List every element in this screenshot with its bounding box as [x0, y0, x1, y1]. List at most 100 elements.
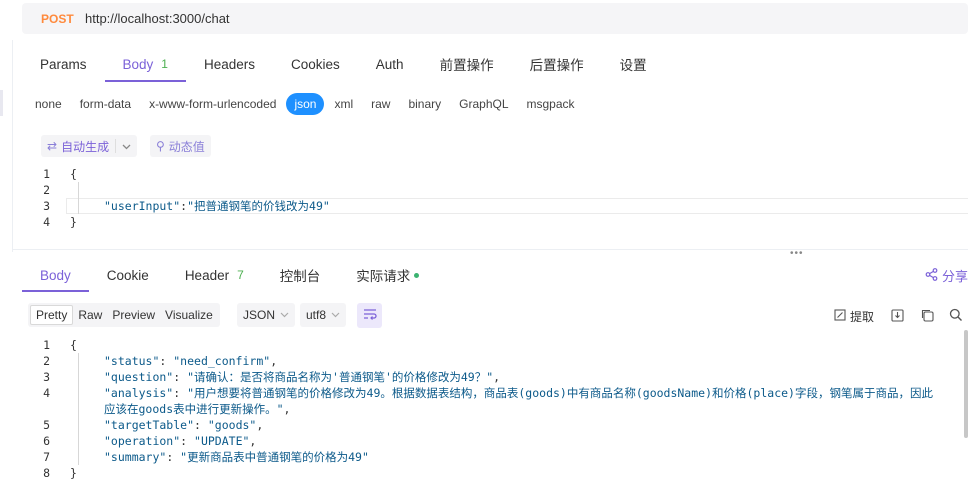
- url-input[interactable]: http://localhost:3000/chat: [85, 11, 230, 26]
- view-visualize[interactable]: Visualize: [160, 305, 218, 325]
- body-type-xml[interactable]: xml: [326, 93, 361, 115]
- dynamic-value-button[interactable]: ⚲ 动态值: [150, 135, 211, 157]
- line-number: 1: [43, 338, 50, 352]
- line-number: 3: [43, 370, 50, 384]
- tab-settings[interactable]: 设置: [602, 46, 665, 82]
- tab-count-badge: 7: [237, 268, 244, 282]
- encoding-select-value: utf8: [306, 308, 327, 322]
- line-number: 2: [43, 183, 50, 197]
- json-value: "用户想要将普通钢笔的价格修改为49。根据数据表结构，商品表(goods)中有商…: [187, 386, 933, 400]
- json-comma: ,: [493, 370, 501, 384]
- tab-label: Cookies: [291, 56, 340, 72]
- tab-label: 设置: [619, 58, 647, 73]
- body-type-none[interactable]: none: [27, 93, 70, 115]
- json-key: "operation": [104, 434, 181, 448]
- request-tabs: Params Body 1 Headers Cookies Auth 前置操作 后…: [22, 46, 665, 82]
- chevron-down-icon[interactable]: [122, 139, 131, 153]
- dynamic-value-label: 动态值: [168, 139, 205, 154]
- panel-divider: [12, 249, 968, 250]
- response-body-viewer[interactable]: 1 { 2 "status": "need_confirm", 3 "question…: [22, 337, 968, 487]
- body-type-urlencoded[interactable]: x-www-form-urlencoded: [141, 93, 284, 115]
- extract-label: 提取: [850, 310, 875, 324]
- json-value: "UPDATE": [194, 434, 250, 448]
- request-body-editor[interactable]: 1 { 2 3 "userInput":"把普通钢笔的价钱改为49" 4}: [22, 166, 968, 230]
- json-comma: ,: [249, 434, 257, 448]
- response-tab-header[interactable]: Header 7: [167, 258, 262, 292]
- extract-button[interactable]: 提取: [834, 308, 874, 325]
- download-icon[interactable]: [889, 307, 905, 323]
- tab-auth[interactable]: Auth: [358, 46, 422, 82]
- tab-label: 实际请求: [356, 269, 411, 284]
- view-preview[interactable]: Preview: [107, 305, 160, 325]
- body-type-binary[interactable]: binary: [400, 93, 449, 115]
- body-type-raw[interactable]: raw: [363, 93, 398, 115]
- tab-cookies[interactable]: Cookies: [273, 46, 358, 82]
- line-number: 1: [43, 167, 50, 181]
- auto-generate-button[interactable]: ⇄ 自动生成: [41, 135, 138, 157]
- body-type-msgpack[interactable]: msgpack: [519, 93, 583, 115]
- tab-label: Headers: [203, 56, 256, 72]
- tab-label: 后置操作: [529, 58, 584, 73]
- tab-count-badge: 1: [161, 57, 168, 71]
- line-number: 2: [43, 354, 50, 368]
- json-value: "请确认：是否将商品名称为'普通钢笔'的价格修改为49？": [187, 370, 494, 384]
- code-text: "targetTable": "goods",: [104, 418, 264, 432]
- code-text: }: [70, 466, 77, 480]
- line-number: 4: [43, 215, 50, 229]
- format-select[interactable]: JSON: [237, 303, 296, 327]
- view-raw[interactable]: Raw: [73, 305, 107, 325]
- share-button[interactable]: 分享: [925, 266, 968, 285]
- json-value: "need_confirm": [173, 354, 271, 368]
- body-type-selector: none form-data x-www-form-urlencoded jso…: [27, 93, 585, 115]
- auto-generate-label: 自动生成: [61, 139, 110, 154]
- code-text: "userInput":"把普通钢笔的价钱改为49": [104, 198, 330, 214]
- json-value: "把普通钢笔的价钱改为49": [187, 199, 330, 213]
- tab-label: Auth: [375, 56, 404, 72]
- code-text: "status": "need_confirm",: [104, 354, 278, 368]
- json-comma: ,: [256, 418, 264, 432]
- share-icon: [925, 267, 938, 284]
- tab-label: Params: [40, 56, 87, 72]
- response-tab-cookie[interactable]: Cookie: [89, 258, 167, 292]
- copy-icon[interactable]: [919, 307, 935, 323]
- body-type-form-data[interactable]: form-data: [72, 93, 139, 115]
- tab-headers[interactable]: Headers: [186, 46, 273, 82]
- tab-label: 控制台: [279, 269, 321, 284]
- view-pretty[interactable]: Pretty: [30, 305, 74, 325]
- tab-label: Cookie: [106, 267, 149, 283]
- response-tab-body[interactable]: Body: [22, 258, 89, 292]
- response-tab-actual-request[interactable]: 实际请求: [338, 258, 437, 292]
- tab-pre-operations[interactable]: 前置操作: [422, 46, 512, 82]
- code-text: }: [70, 215, 77, 229]
- body-type-json[interactable]: json: [286, 93, 325, 115]
- json-value: "更新商品表中普通钢笔的价格为49": [180, 450, 369, 464]
- json-comma: ,: [270, 354, 278, 368]
- tab-label: Body: [122, 56, 154, 72]
- json-comma: ,: [283, 402, 291, 416]
- json-key: "status": [104, 354, 160, 368]
- side-marker: [0, 90, 3, 116]
- http-method[interactable]: POST: [41, 12, 85, 26]
- code-text: "question": "请确认：是否将商品名称为'普通钢笔'的价格修改为49？…: [104, 370, 501, 384]
- body-type-graphql[interactable]: GraphQL: [451, 93, 516, 115]
- tab-params[interactable]: Params: [22, 46, 105, 82]
- response-tab-console[interactable]: 控制台: [262, 258, 339, 292]
- chevron-down-icon: [331, 310, 340, 321]
- tab-body[interactable]: Body 1: [104, 46, 187, 82]
- word-wrap-button[interactable]: [357, 303, 382, 328]
- tab-label: 前置操作: [439, 58, 494, 73]
- share-label: 分享: [941, 269, 968, 284]
- search-icon[interactable]: [948, 307, 964, 323]
- url-bar[interactable]: POST http://localhost:3000/chat: [22, 3, 968, 34]
- encoding-select[interactable]: utf8: [300, 303, 347, 327]
- code-text: {: [70, 338, 77, 352]
- scrollbar[interactable]: [964, 330, 968, 438]
- chevron-down-icon: [280, 310, 289, 321]
- tab-label: Body: [40, 267, 71, 283]
- code-text: "operation": "UPDATE",: [104, 434, 257, 448]
- json-key: "userInput": [104, 199, 181, 213]
- resize-handle[interactable]: •••: [790, 248, 804, 259]
- code-text: "analysis": "用户想要将普通钢笔的价格修改为49。根据数据表结构，商…: [104, 386, 933, 400]
- tab-post-operations[interactable]: 后置操作: [512, 46, 602, 82]
- line-number: 3: [43, 199, 50, 213]
